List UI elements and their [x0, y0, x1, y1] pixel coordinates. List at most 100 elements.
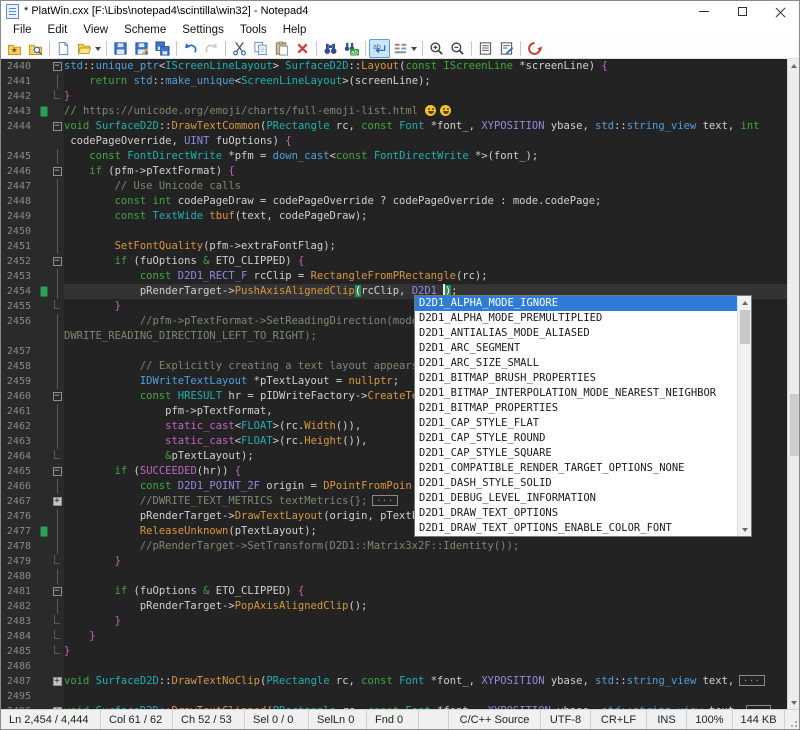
status-eol-mode[interactable]: CR+LF — [591, 710, 647, 729]
resize-grip[interactable] — [785, 710, 799, 729]
autocomplete-item[interactable]: D2D1_COMPATIBLE_RENDER_TARGET_OPTIONS_NO… — [415, 461, 737, 476]
autocomplete-item[interactable]: D2D1_CAP_STYLE_ROUND — [415, 431, 737, 446]
code-line: 2452 if (fuOptions & ETO_CLIPPED) { — [1, 254, 799, 269]
bookmark-icon — [40, 526, 48, 537]
fold-cont-icon — [57, 539, 58, 554]
status-selected-lines[interactable]: SelLn 0 — [309, 710, 367, 729]
code-editor[interactable]: 2440std::unique_ptr<IScreenLineLayout> S… — [1, 59, 799, 709]
favorites-button[interactable]: ★ — [4, 39, 25, 58]
editor-scroll-up-icon[interactable] — [788, 59, 799, 72]
find-button[interactable] — [320, 39, 341, 58]
editor-scroll-thumb[interactable] — [790, 394, 799, 456]
code-line: 2441 return std::make_unique<ScreenLineL… — [1, 74, 799, 89]
fold-open-icon[interactable] — [53, 467, 62, 476]
fold-open-icon[interactable] — [53, 122, 62, 131]
word-wrap-button[interactable]: ab — [369, 39, 390, 58]
view-document-button[interactable] — [475, 39, 496, 58]
status-selection[interactable]: Sel 0 / 0 — [245, 710, 309, 729]
status-character[interactable]: Ch 52 / 53 — [173, 710, 245, 729]
browse-folder-button[interactable] — [25, 39, 46, 58]
menu-settings[interactable]: Settings — [174, 23, 232, 37]
paste-button[interactable] — [271, 39, 292, 58]
exit-button[interactable] — [524, 39, 545, 58]
undo-button[interactable] — [180, 39, 201, 58]
autocomplete-item[interactable]: D2D1_ANTIALIAS_MODE_ALIASED — [415, 326, 737, 341]
menu-view[interactable]: View — [75, 23, 116, 37]
code-line: 2481 if (fuOptions & ETO_CLIPPED) { — [1, 584, 799, 599]
autocomplete-item[interactable]: D2D1_DRAW_TEXT_OPTIONS_ENABLE_COLOR_FONT — [415, 521, 737, 536]
menu-tools[interactable]: Tools — [232, 23, 275, 37]
save-copy-button[interactable] — [152, 39, 173, 58]
autocomplete-item[interactable]: D2D1_ARC_SEGMENT — [415, 341, 737, 356]
fold-cont-icon — [57, 194, 58, 209]
autocomplete-item[interactable]: D2D1_CAP_STYLE_FLAT — [415, 416, 737, 431]
scroll-down-icon[interactable] — [738, 523, 752, 536]
autocomplete-item[interactable]: D2D1_CAP_STYLE_SQUARE — [415, 446, 737, 461]
save-as-button[interactable] — [131, 39, 152, 58]
maximize-button[interactable] — [723, 1, 761, 21]
status-line[interactable]: Ln 2,454 / 4,444 — [1, 710, 101, 729]
new-file-button[interactable] — [53, 39, 74, 58]
fold-closed-icon[interactable] — [53, 497, 62, 506]
open-file-button[interactable] — [74, 39, 103, 58]
fold-cont-icon — [57, 209, 58, 224]
menu-help[interactable]: Help — [275, 23, 315, 37]
fold-open-icon[interactable] — [53, 392, 62, 401]
fold-cont-icon — [57, 479, 58, 494]
close-button[interactable] — [761, 1, 799, 21]
cut-button[interactable] — [229, 39, 250, 58]
status-zoom-level[interactable]: 100% — [687, 710, 733, 729]
bookmark-icon — [40, 286, 48, 297]
minimize-button[interactable] — [685, 1, 723, 21]
redo-button[interactable] — [201, 39, 222, 58]
autocomplete-popup: D2D1_ALPHA_MODE_IGNORED2D1_ALPHA_MODE_PR… — [414, 295, 752, 537]
autocomplete-scrollbar[interactable] — [737, 296, 751, 536]
minimize-icon — [699, 11, 709, 12]
code-line: 2495 — [1, 689, 799, 704]
autocomplete-item[interactable]: D2D1_BITMAP_BRUSH_PROPERTIES — [415, 371, 737, 386]
fold-open-icon[interactable] — [53, 62, 62, 71]
copy-button[interactable] — [250, 39, 271, 58]
menu-edit[interactable]: Edit — [40, 23, 76, 37]
autocomplete-item[interactable]: D2D1_ARC_SIZE_SMALL — [415, 356, 737, 371]
status-encoding[interactable]: UTF-8 — [541, 710, 591, 729]
save-button[interactable] — [110, 39, 131, 58]
modify-view-button[interactable] — [496, 39, 517, 58]
replace-button[interactable]: ab — [341, 39, 362, 58]
zoom-out-button[interactable] — [447, 39, 468, 58]
fold-closed-icon[interactable] — [53, 707, 62, 709]
menu-file[interactable]: File — [5, 23, 40, 37]
autocomplete-item[interactable]: D2D1_BITMAP_INTERPOLATION_MODE_NEAREST_N… — [415, 386, 737, 401]
autocomplete-item[interactable]: D2D1_DRAW_TEXT_OPTIONS — [415, 506, 737, 521]
fold-open-icon[interactable] — [53, 587, 62, 596]
toolbar-separator — [225, 41, 226, 56]
app-icon — [6, 4, 19, 19]
autocomplete-item[interactable]: D2D1_DASH_STYLE_SOLID — [415, 476, 737, 491]
fold-open-icon[interactable] — [53, 257, 62, 266]
status-column[interactable]: Col 61 / 62 — [101, 710, 173, 729]
fold-cont-icon — [57, 344, 58, 359]
zoom-in-button[interactable] — [426, 39, 447, 58]
editor-scrollbar[interactable] — [787, 59, 799, 709]
fold-cont-icon — [57, 599, 58, 614]
autocomplete-item[interactable]: D2D1_DEBUG_LEVEL_INFORMATION — [415, 491, 737, 506]
menu-scheme[interactable]: Scheme — [116, 23, 174, 37]
delete-button[interactable] — [292, 39, 313, 58]
maximize-icon — [738, 7, 747, 16]
select-scheme-button[interactable] — [390, 39, 419, 58]
autocomplete-item[interactable]: D2D1_BITMAP_PROPERTIES — [415, 401, 737, 416]
fold-cont-icon — [57, 524, 58, 539]
fold-open-icon[interactable] — [53, 167, 62, 176]
status-file-size[interactable]: 144 KB — [733, 710, 785, 729]
scroll-up-icon[interactable] — [738, 296, 752, 309]
autocomplete-scroll-thumb[interactable] — [740, 310, 750, 344]
status-find-count[interactable]: Fnd 0 — [367, 710, 419, 729]
status-scheme[interactable]: C/C++ Source — [449, 710, 541, 729]
fold-closed-icon[interactable] — [53, 677, 62, 686]
status-overtype[interactable]: INS — [647, 710, 687, 729]
view-document-icon — [478, 41, 493, 56]
autocomplete-item[interactable]: D2D1_ALPHA_MODE_PREMULTIPLIED — [415, 311, 737, 326]
title-bar[interactable]: * PlatWin.cxx [F:\Libs\notepad4\scintill… — [1, 1, 799, 21]
autocomplete-item[interactable]: D2D1_ALPHA_MODE_IGNORE — [415, 296, 737, 311]
editor-scroll-down-icon[interactable] — [788, 696, 799, 709]
